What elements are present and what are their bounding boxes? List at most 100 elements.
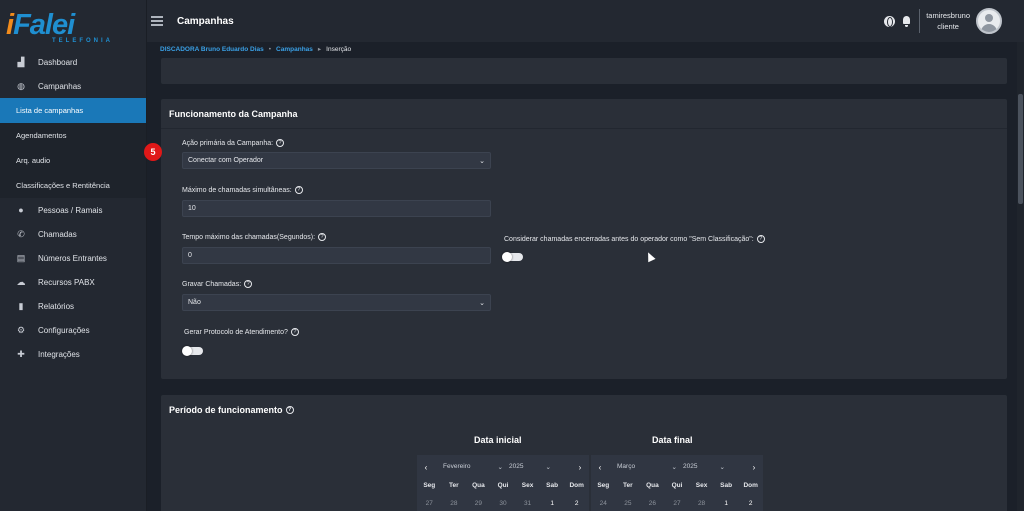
considerar-toggle[interactable] xyxy=(502,252,523,262)
max-label: Máximo de chamadas simultâneas: ? xyxy=(182,186,303,194)
calendar-day[interactable]: 2 xyxy=(738,500,763,507)
tempo-label-text: Tempo máximo das chamadas(Segundos): xyxy=(182,233,316,241)
help-icon[interactable]: ? xyxy=(276,139,285,147)
chevron-down-icon: ⌄ xyxy=(479,158,485,165)
calendar-day[interactable]: 2 xyxy=(564,500,589,507)
logo[interactable]: iFalei TELEFONIA xyxy=(0,0,146,50)
sidebar-item-integracoes[interactable]: ✚ Integrações xyxy=(0,342,146,366)
help-icon[interactable]: ? xyxy=(244,280,253,288)
sidebar-subitem-classificacoes[interactable]: Classificações e Rentitência xyxy=(0,173,146,198)
calendar-day[interactable]: 26 xyxy=(640,500,665,507)
periodo-title: Período de funcionamento ? xyxy=(169,405,294,415)
calendar-day[interactable]: 28 xyxy=(689,500,714,507)
chevron-right-icon[interactable]: › xyxy=(571,463,589,472)
month-select[interactable]: Fevereiro ⌄ xyxy=(443,463,503,471)
sidebar-item-dashboard[interactable]: ▟ Dashboard xyxy=(0,50,146,74)
chevron-left-icon[interactable]: ‹ xyxy=(417,463,435,472)
year-value: 2025 xyxy=(683,463,698,470)
calendar-day[interactable]: 1 xyxy=(714,500,739,507)
calendar-day[interactable]: 27 xyxy=(665,500,690,507)
scrollbar[interactable] xyxy=(1017,42,1024,511)
month-select[interactable]: Março ⌄ xyxy=(617,463,677,471)
max-chamadas-value: 10 xyxy=(188,205,196,212)
sidebar-item-configuracoes[interactable]: ⚙ Configurações xyxy=(0,318,146,342)
user-role: cliente xyxy=(937,22,959,31)
bell-icon[interactable] xyxy=(902,15,911,27)
chevron-down-icon: ⌄ xyxy=(545,464,551,471)
max-chamadas-input[interactable]: 10 xyxy=(182,200,491,217)
calendar-day[interactable]: 28 xyxy=(442,500,467,507)
calendar-day[interactable]: 25 xyxy=(616,500,641,507)
puzzle-icon: ✚ xyxy=(17,348,25,359)
breadcrumb-item-campanhas[interactable]: Campanhas xyxy=(276,46,313,53)
gravar-select-value: Não xyxy=(188,299,201,306)
avatar[interactable] xyxy=(976,8,1002,34)
sidebar-item-label: Configurações xyxy=(38,325,90,335)
keypad-icon: ▤ xyxy=(16,252,26,263)
sidebar-item-relatorios[interactable]: ▮ Relatórios xyxy=(0,294,146,318)
chevron-down-icon: ⌄ xyxy=(671,464,677,471)
chevron-right-icon[interactable]: › xyxy=(745,463,763,472)
calendar-nav: ‹ Fevereiro ⌄ 2025 ⌄ › xyxy=(417,459,589,475)
calendar-day[interactable]: 31 xyxy=(515,500,540,507)
sidebar-subitem-arq-audio[interactable]: Arq. audio xyxy=(0,148,146,173)
month-value: Março xyxy=(617,463,636,470)
funcionamento-card: Funcionamento da Campanha Ação primária … xyxy=(161,99,1007,379)
sidebar-item-campanhas[interactable]: ◍ Campanhas xyxy=(0,74,146,98)
acao-select[interactable]: Conectar com Operador ⌄ xyxy=(182,152,491,169)
sidebar-item-pessoas[interactable]: ● Pessoas / Ramais xyxy=(0,198,146,222)
help-icon[interactable]: ? xyxy=(285,406,294,414)
calendar-inicial: ‹ Fevereiro ⌄ 2025 ⌄ › Seg Ter Qua Qui Sex… xyxy=(417,455,589,511)
globe-icon[interactable] xyxy=(884,15,896,27)
weekday-label: Dom xyxy=(569,482,584,489)
gravar-select[interactable]: Não ⌄ xyxy=(182,294,491,311)
sidebar-subitem-agendamentos[interactable]: Agendamentos xyxy=(0,123,146,148)
topbar-divider xyxy=(919,9,921,33)
calendar-day[interactable]: 30 xyxy=(491,500,516,507)
weekday-label: Sex xyxy=(695,482,708,489)
help-icon[interactable]: ? xyxy=(294,186,303,194)
sidebar-subitem-lista-campanhas[interactable]: Lista de campanhas xyxy=(0,98,146,123)
calendar-day[interactable]: 1 xyxy=(540,500,565,507)
breadcrumb: DISCADORA Bruno Eduardo Dias • Campanhas… xyxy=(160,43,351,55)
calendar-day[interactable]: 29 xyxy=(466,500,491,507)
sidebar-item-chamadas[interactable]: ✆ Chamadas xyxy=(0,222,146,246)
sidebar-item-label: Relatórios xyxy=(38,301,75,311)
acao-select-value: Conectar com Operador xyxy=(188,157,264,164)
scrollbar-thumb[interactable] xyxy=(1018,94,1023,204)
calendar-day[interactable]: 27 xyxy=(417,500,442,507)
calendar-day[interactable]: 24 xyxy=(591,500,616,507)
considerar-label-text: Considerar chamadas encerradas antes do … xyxy=(504,235,754,243)
sidebar-item-numeros[interactable]: ▤ Números Entrantes xyxy=(0,246,146,270)
calendar-final: ‹ Março ⌄ 2025 ⌄ › Seg Ter Qua Qui Sex Sab… xyxy=(591,455,763,511)
tempo-maximo-input[interactable]: 0 xyxy=(182,247,491,264)
clipboard-icon: ▮ xyxy=(18,300,24,311)
breadcrumb-separator: • xyxy=(268,45,272,53)
periodo-title-text: Período de funcionamento xyxy=(169,405,283,415)
topbar: Campanhas tamiresbruno cliente xyxy=(147,0,1024,42)
help-icon[interactable]: ? xyxy=(290,328,299,336)
user-info[interactable]: tamiresbruno cliente xyxy=(926,10,970,32)
calendar-grid: Seg Ter Qua Qui Sex Sab Dom 27 28 29 30 … xyxy=(417,482,589,507)
app: iFalei TELEFONIA ▟ Dashboard ◍ Campanhas… xyxy=(0,0,1024,511)
weekday-label: Qui xyxy=(497,482,509,489)
sidebar-nav: ▟ Dashboard ◍ Campanhas Lista de campanh… xyxy=(0,50,146,366)
help-icon[interactable]: ? xyxy=(318,233,327,241)
help-icon[interactable]: ? xyxy=(756,235,765,243)
sidebar-item-recursos[interactable]: ☁ Recursos PABX xyxy=(0,270,146,294)
gear-icon: ⚙ xyxy=(16,324,26,335)
protocolo-toggle[interactable] xyxy=(182,346,203,356)
chevron-left-icon[interactable]: ‹ xyxy=(591,463,609,472)
year-select[interactable]: 2025 ⌄ xyxy=(683,463,725,471)
menu-icon[interactable] xyxy=(151,16,163,26)
sidebar-item-label: Dashboard xyxy=(38,57,78,67)
weekday-label: Qui xyxy=(671,482,683,489)
logo-mark: iFalei xyxy=(6,8,75,41)
tempo-maximo-value: 0 xyxy=(188,252,192,259)
weekday-label: Seg xyxy=(597,482,610,489)
year-select[interactable]: 2025 ⌄ xyxy=(509,463,551,471)
breadcrumb-item-discadora[interactable]: DISCADORA Bruno Eduardo Dias xyxy=(160,46,264,53)
logo-subtitle: TELEFONIA xyxy=(52,38,113,44)
globe-icon: ◍ xyxy=(17,80,25,91)
sidebar: iFalei TELEFONIA ▟ Dashboard ◍ Campanhas… xyxy=(0,0,147,511)
